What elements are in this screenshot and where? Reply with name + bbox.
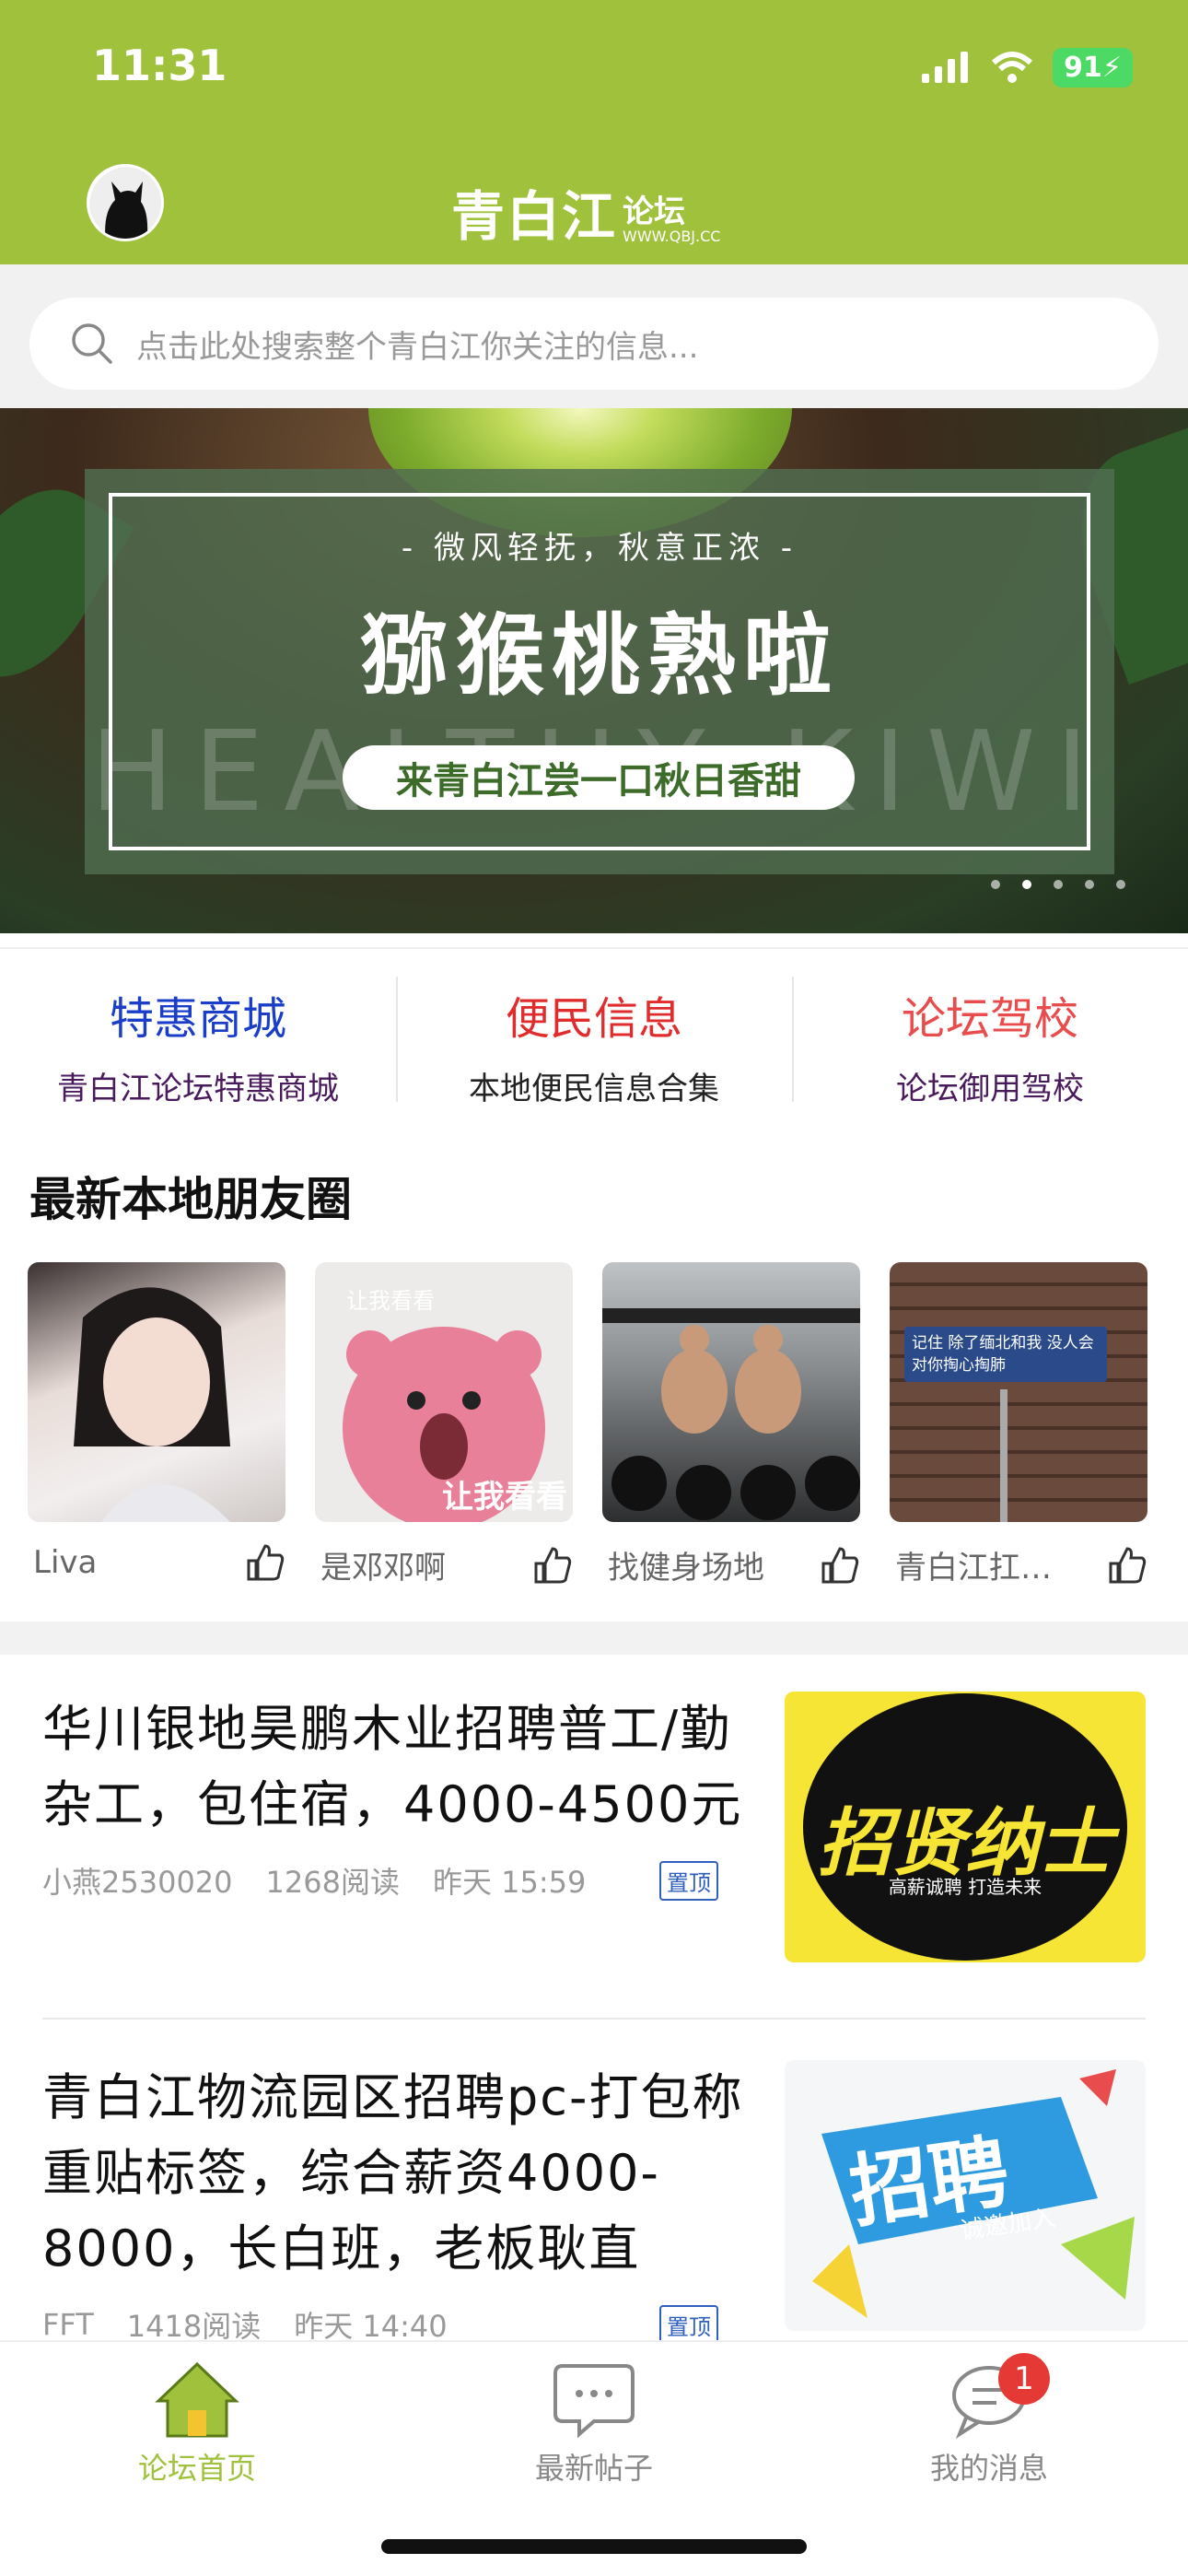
moment-image (28, 1262, 285, 1522)
quick-link-info[interactable]: 便民信息 本地便民信息合集 (396, 949, 792, 1113)
pinned-badge: 置顶 (659, 1860, 718, 1901)
moment-card[interactable]: 找健身场地 (602, 1262, 860, 1587)
post-divider (42, 2018, 1146, 2020)
section-divider (0, 1622, 1188, 1655)
status-time: 11:31 (92, 41, 227, 90)
quick-link-subtitle: 论坛御用驾校 (896, 1071, 1084, 1107)
logo-main: 青白江 (451, 185, 618, 248)
tab-forum-home[interactable]: 论坛首页 (59, 2360, 335, 2488)
moment-author: 是邓邓啊 (320, 1550, 446, 1587)
home-icon (155, 2361, 239, 2438)
post-thumbnail: 招贤纳士 高薪诚聘 打造未来 (785, 1692, 1146, 1962)
logo-sub: 论坛 (623, 193, 686, 230)
search-icon (72, 323, 112, 364)
moment-author: Liva (33, 1544, 98, 1581)
search-area: 点击此处搜索整个青白江你关注的信息... (0, 264, 1188, 408)
cat-silhouette-icon (89, 167, 161, 239)
moment-overlay-text: 让我看看 (346, 1288, 435, 1314)
moment-author: 青白江扛… (895, 1550, 1052, 1587)
sign-pole (1000, 1389, 1007, 1522)
app-logo: 青白江 论坛 WWW.QBJ.CC (451, 173, 720, 251)
quick-link-subtitle: 青白江论坛特惠商城 (57, 1071, 339, 1107)
post-title: 青白江物流园区招聘pc-打包称重贴标签，综合薪资4000-8000，长白班，老板… (42, 2068, 744, 2277)
moment-image (602, 1262, 860, 1522)
moment-card[interactable]: 记住 除了缅北和我 没人会对你掏心掏肺 青白江扛… (890, 1262, 1147, 1587)
status-icons: 91⚡ (920, 48, 1133, 88)
post-author: 小燕2530020 (42, 1865, 233, 1900)
post-meta: 小燕2530020 1268阅读 昨天 15:59 置顶 (42, 1859, 751, 1902)
post-thumbnail: 招聘 诚邀加入 (785, 2060, 1146, 2331)
like-icon[interactable] (820, 1545, 860, 1586)
tab-label: 论坛首页 (137, 2451, 256, 2486)
post-item[interactable]: 青白江物流园区招聘pc-打包称重贴标签，综合薪资4000-8000，长白班，老板… (42, 2060, 1146, 2346)
user-avatar[interactable] (87, 164, 164, 241)
post-title: 华川银地昊鹏木业招聘普工/勤杂工，包住宿，4000-4500元 (42, 1700, 743, 1833)
search-input[interactable]: 点击此处搜索整个青白江你关注的信息... (29, 298, 1159, 390)
promo-banner[interactable]: - 微风轻抚，秋意正浓 - HEALTHY KIWI 猕猴桃熟啦 来青白江尝一口… (0, 408, 1188, 933)
moments-carousel[interactable]: Liva 让我看看 让我看看 是邓邓啊 找健身场地 记住 除了缅北和我 没人会对… (28, 1262, 1188, 1587)
banner-pill: 来青白江尝一口秋日香甜 (343, 745, 855, 810)
post-item[interactable]: 华川银地昊鹏木业招聘普工/勤杂工，包住宿，4000-4500元 小燕253002… (42, 1692, 1146, 1962)
carousel-dot[interactable] (991, 880, 1000, 889)
carousel-dot[interactable] (1116, 880, 1125, 889)
tab-label: 我的消息 (929, 2451, 1048, 2486)
quick-link-mall[interactable]: 特惠商城 青白江论坛特惠商城 (0, 949, 396, 1113)
quick-link-title: 便民信息 (505, 993, 682, 1045)
home-indicator (381, 2539, 807, 2554)
post-reads: 1268阅读 (265, 1865, 400, 1900)
top-header: 11:31 91⚡ 青白江 论坛 WWW.QBJ.CC (0, 0, 1188, 264)
quick-link-subtitle: 本地便民信息合集 (469, 1071, 719, 1107)
battery-indicator: 91⚡ (1053, 48, 1133, 88)
banner-card: - 微风轻抚，秋意正浓 - HEALTHY KIWI 猕猴桃熟啦 来青白江尝一口… (85, 469, 1114, 874)
unread-badge: 1 (998, 2353, 1050, 2405)
quick-links: 特惠商城 青白江论坛特惠商城 便民信息 本地便民信息合集 论坛驾校 论坛御用驾校 (0, 947, 1188, 1113)
quick-link-title: 特惠商城 (109, 993, 286, 1045)
carousel-dot[interactable] (1085, 880, 1094, 889)
quick-link-title: 论坛驾校 (901, 993, 1078, 1045)
street-sign: 记住 除了缅北和我 没人会对你掏心掏肺 (904, 1327, 1107, 1382)
thumb-subtext: 高薪诚聘 打造未来 (888, 1876, 1042, 1898)
like-icon[interactable] (532, 1545, 573, 1586)
carousel-dot[interactable] (1022, 880, 1031, 889)
tab-latest-posts[interactable]: 最新帖子 (456, 2360, 732, 2488)
wifi-icon (992, 51, 1033, 83)
moment-image: 让我看看 让我看看 (315, 1262, 573, 1522)
moment-card[interactable]: Liva (28, 1262, 285, 1587)
post-time: 昨天 15:59 (432, 1865, 587, 1900)
signal-icon (922, 51, 969, 83)
carousel-dot[interactable] (1054, 880, 1063, 889)
like-icon[interactable] (245, 1542, 285, 1583)
moment-author: 找健身场地 (608, 1550, 764, 1587)
banner-title: 猕猴桃熟啦 (360, 603, 839, 708)
tab-label: 最新帖子 (534, 2451, 653, 2486)
banner-subtitle: - 微风轻抚，秋意正浓 - (401, 530, 798, 567)
post-author: FFT (42, 2307, 94, 2342)
moment-card[interactable]: 让我看看 让我看看 是邓邓啊 (315, 1262, 573, 1587)
moment-overlay-text: 让我看看 (442, 1479, 567, 1516)
moment-image: 记住 除了缅北和我 没人会对你掏心掏肺 (890, 1262, 1147, 1522)
like-icon[interactable] (1107, 1545, 1147, 1586)
tab-my-messages[interactable]: 1 我的消息 (851, 2353, 1127, 2488)
pinned-badge: 置顶 (659, 2304, 718, 2345)
chat-bubble-icon (553, 2364, 635, 2439)
moments-section-title: 最新本地朋友圈 (29, 1173, 352, 1226)
carousel-dots[interactable] (991, 880, 1125, 889)
search-placeholder: 点击此处搜索整个青白江你关注的信息... (136, 328, 699, 366)
logo-url: WWW.QBJ.CC (623, 228, 721, 245)
quick-link-driving-school[interactable]: 论坛驾校 论坛御用驾校 (792, 949, 1188, 1113)
